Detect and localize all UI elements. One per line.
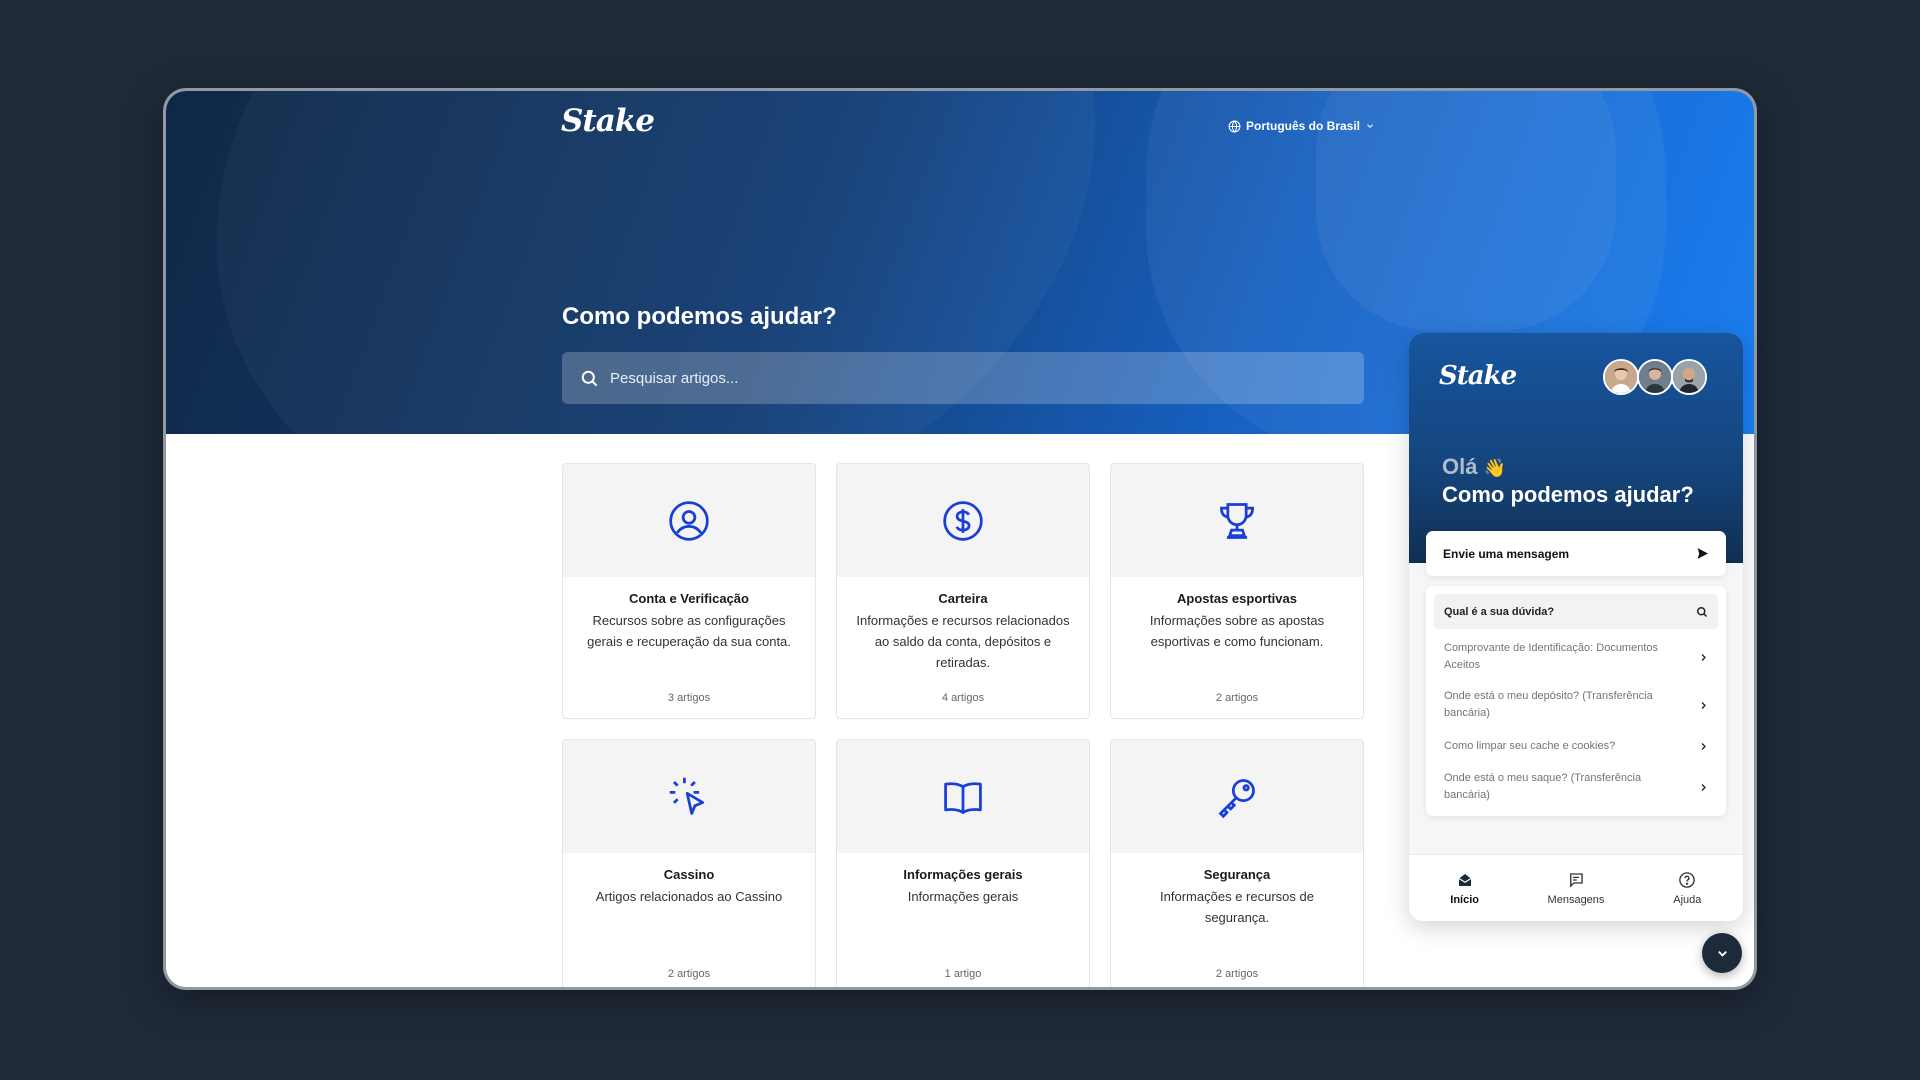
faq-item-text: Onde está o meu saque? (Transferência ba…: [1444, 772, 1642, 801]
search-icon: [1697, 606, 1708, 617]
search-icon: [581, 370, 598, 386]
category-card-informacoes[interactable]: Informações gerais Informações gerais 1 …: [836, 739, 1090, 987]
widget-collapse-button[interactable]: [1702, 933, 1742, 973]
faq-search[interactable]: Qual é a sua dúvida?: [1434, 594, 1718, 629]
chevron-right-icon: [1701, 742, 1706, 750]
send-message-button[interactable]: Envie uma mensagem: [1426, 531, 1726, 576]
card-title: Conta e Verificação: [629, 591, 749, 606]
send-message-label: Envie uma mensagem: [1443, 546, 1570, 561]
avatar: [1637, 359, 1673, 395]
faq-panel: Qual é a sua dúvida? Comprovante de Iden…: [1426, 586, 1726, 816]
faq-item[interactable]: Onde está o meu depósito? (Transferência…: [1434, 681, 1718, 729]
tab-label: Ajuda: [1673, 893, 1702, 906]
card-article-count: 4 artigos: [941, 692, 985, 704]
card-title: Segurança: [1203, 867, 1271, 882]
card-icon-area: [563, 740, 815, 853]
stake-logo[interactable]: Stake: [561, 103, 655, 139]
agent-avatars: [1603, 359, 1707, 395]
faq-item-text: Como limpar seu cache e cookies?: [1444, 739, 1616, 752]
book-open-icon: [944, 781, 982, 814]
card-icon-area: [837, 464, 1089, 577]
tab-label: Mensagens: [1547, 893, 1605, 906]
support-chat-widget: Stake Olá 👋 Como podemos ajudar? Envie um…: [1409, 333, 1743, 921]
card-icon-area: [837, 740, 1089, 853]
card-title: Carteira: [938, 591, 988, 606]
card-article-count: 2 artigos: [1215, 968, 1259, 980]
key-icon: [1218, 778, 1255, 818]
tab-mensagens[interactable]: Mensagens: [1531, 871, 1621, 906]
card-description: Recursos sobre as configurações gerais e…: [587, 613, 791, 649]
send-icon: [1697, 548, 1708, 559]
faq-search-label: Qual é a sua dúvida?: [1444, 605, 1555, 618]
avatar: [1671, 359, 1707, 395]
chevron-right-icon: [1701, 701, 1706, 709]
widget-bottom-nav: Início Mensagens Ajuda: [1409, 854, 1743, 921]
card-title: Cassino: [663, 867, 715, 882]
card-description: Artigos relacionados ao Cassino: [595, 889, 783, 904]
language-selector[interactable]: Português do Brasil: [1228, 119, 1375, 133]
card-article-count: 3 artigos: [667, 692, 711, 704]
chevron-down-icon: [1367, 124, 1373, 128]
faq-item[interactable]: Comprovante de Identificação: Documentos…: [1434, 633, 1718, 681]
card-icon-area: [563, 464, 815, 577]
tab-label: Início: [1450, 893, 1480, 906]
greeting-text: Olá: [1442, 454, 1478, 479]
messages-icon: [1569, 872, 1583, 888]
search-bar[interactable]: [562, 352, 1364, 404]
help-icon: [1679, 871, 1696, 888]
faq-item[interactable]: Onde está o meu saque? (Transferência ba…: [1434, 763, 1718, 811]
card-article-count: 2 artigos: [667, 968, 711, 980]
faq-item[interactable]: Como limpar seu cache e cookies?: [1434, 729, 1718, 763]
chevron-right-icon: [1701, 653, 1706, 661]
avatar: [1603, 359, 1639, 395]
trophy-icon: [1220, 502, 1254, 539]
faq-item-text: Comprovante de Identificação: Documentos…: [1444, 642, 1659, 671]
globe-icon: [1228, 120, 1241, 132]
home-icon: [1458, 873, 1471, 886]
widget-header: Stake Olá 👋 Como podemos ajudar?: [1409, 333, 1743, 563]
card-article-count: 2 artigos: [1215, 692, 1259, 704]
card-article-count: 1 artigo: [944, 968, 982, 980]
card-description: Informações e recursos relacionados ao s…: [856, 613, 1070, 670]
search-input[interactable]: [608, 368, 1312, 388]
card-description: Informações sobre as apostas esportivas …: [1149, 613, 1325, 649]
widget-greeting: Olá 👋: [1442, 454, 1506, 480]
user-circle-icon: [669, 500, 709, 541]
widget-stake-logo: Stake: [1439, 361, 1517, 391]
category-card-apostas[interactable]: Apostas esportivas Informações sobre as …: [1110, 463, 1364, 719]
card-icon-area: [1111, 740, 1363, 853]
card-icon-area: [1111, 464, 1363, 577]
wave-emoji: 👋: [1483, 458, 1506, 478]
widget-title: Como podemos ajudar?: [1442, 482, 1694, 507]
language-label: Português do Brasil: [1246, 119, 1361, 133]
card-title: Apostas esportivas: [1177, 591, 1297, 606]
card-description: Informações gerais: [907, 889, 1019, 904]
faq-item-text: Onde está o meu depósito? (Transferência…: [1444, 690, 1653, 719]
card-title: Informações gerais: [903, 867, 1023, 882]
category-grid: Conta e Verificação Recursos sobre as co…: [562, 463, 1364, 987]
tab-ajuda[interactable]: Ajuda: [1642, 871, 1732, 906]
category-card-carteira[interactable]: Carteira Informações e recursos relacion…: [836, 463, 1090, 719]
category-card-cassino[interactable]: Cassino Artigos relacionados ao Cassino …: [562, 739, 816, 987]
cursor-click-icon: [669, 777, 705, 815]
page-title: Como podemos ajudar?: [562, 303, 837, 330]
chevron-down-icon: [1717, 950, 1727, 957]
category-card-conta[interactable]: Conta e Verificação Recursos sobre as co…: [562, 463, 816, 719]
chevron-right-icon: [1701, 783, 1706, 791]
card-description: Informações e recursos de segurança.: [1160, 889, 1314, 925]
dollar-circle-icon: [943, 500, 983, 541]
category-card-seguranca[interactable]: Segurança Informações e recursos de segu…: [1110, 739, 1364, 987]
tab-inicio[interactable]: Início: [1420, 871, 1510, 906]
